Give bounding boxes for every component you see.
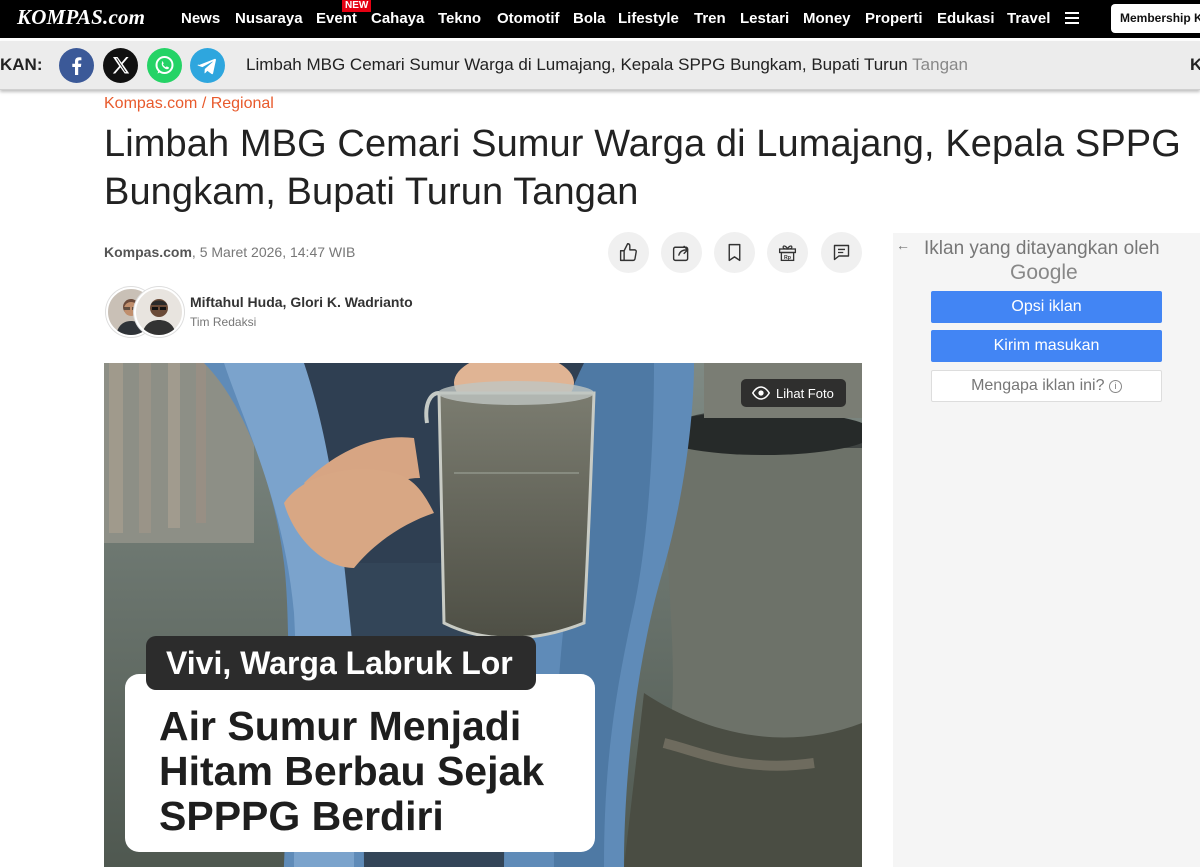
comment-icon	[833, 244, 850, 261]
nav-otomotif[interactable]: Otomotif	[497, 10, 559, 27]
info-icon: i	[1108, 380, 1122, 393]
nav-news[interactable]: News	[181, 10, 220, 27]
telegram-icon[interactable]	[190, 48, 225, 83]
nav-lestari[interactable]: Lestari	[740, 10, 789, 27]
ad-title: Iklan yang ditayangkan oleh	[924, 238, 1160, 259]
ticker-headline[interactable]: Limbah MBG Cemari Sumur Warga di Lumajan…	[246, 55, 968, 75]
caption-line: SPPPG Berdiri	[159, 793, 444, 839]
nav-properti[interactable]: Properti	[865, 10, 923, 27]
eye-icon	[752, 386, 770, 400]
membership-button[interactable]: Membership K	[1111, 4, 1200, 33]
kompas-logo[interactable]: KOMPAS.com	[17, 5, 145, 30]
photo-caption-quote: Air Sumur Menjadi Hitam Berbau Sejak SPP…	[125, 674, 595, 852]
avatar[interactable]	[134, 287, 184, 337]
ticker-next: K	[1190, 55, 1200, 74]
share-bar: KAN: Limbah MBG Cemari Sumur Warga di Lu…	[0, 41, 1200, 90]
caption-line: Hitam Berbau Sejak	[159, 748, 545, 794]
article-meta: Kompas.com, 5 Maret 2026, 14:47 WIB	[104, 244, 355, 260]
caption-line: Air Sumur Menjadi	[159, 703, 522, 749]
svg-text:Rp: Rp	[784, 255, 791, 261]
share-button[interactable]	[661, 232, 702, 273]
nav-tekno[interactable]: Tekno	[438, 10, 481, 27]
gift-button[interactable]: Rp	[767, 232, 808, 273]
nav-travel[interactable]: Travel	[1007, 10, 1050, 27]
facebook-icon[interactable]	[59, 48, 94, 83]
top-navbar: KOMPAS.com News Nusaraya Event NEW Cahay…	[0, 0, 1200, 38]
author-avatars[interactable]	[106, 287, 184, 337]
nav-cahaya[interactable]: Cahaya	[371, 10, 424, 27]
thumbs-up-icon	[619, 243, 637, 262]
menu-icon[interactable]	[1065, 12, 1079, 24]
whatsapp-icon[interactable]	[147, 48, 182, 83]
x-icon[interactable]	[103, 48, 138, 83]
ad-feedback-button[interactable]: Kirim masukan	[931, 330, 1162, 362]
back-arrow-icon[interactable]: ←	[896, 237, 910, 253]
comment-button[interactable]	[821, 232, 862, 273]
article-title: Limbah MBG Cemari Sumur Warga di Lumajan…	[104, 123, 1181, 213]
nav-edukasi[interactable]: Edukasi	[937, 10, 995, 27]
breadcrumb[interactable]: Kompas.com / Regional	[104, 95, 274, 113]
nav-nusaraya[interactable]: Nusaraya	[235, 10, 303, 27]
view-photo-button[interactable]: Lihat Foto	[741, 379, 846, 407]
share-icon	[672, 245, 689, 262]
nav-bola[interactable]: Bola	[573, 10, 606, 27]
new-badge: NEW	[342, 0, 372, 12]
view-photo-label: Lihat Foto	[776, 386, 834, 401]
google-logo: Google	[1010, 261, 1078, 284]
photo-caption-name: Vivi, Warga Labruk Lor	[146, 636, 536, 690]
ad-panel	[893, 233, 1200, 867]
nav-money[interactable]: Money	[803, 10, 851, 27]
article-date: , 5 Maret 2026, 14:47 WIB	[191, 244, 356, 260]
author-team: Tim Redaksi	[190, 315, 257, 329]
share-label: KAN:	[0, 55, 43, 74]
gift-icon: Rp	[778, 245, 797, 261]
like-button[interactable]	[608, 232, 649, 273]
author-names[interactable]: Miftahul Huda, Glori K. Wadrianto	[190, 294, 413, 310]
nav-tren[interactable]: Tren	[694, 10, 726, 27]
why-this-ad-button[interactable]: Mengapa iklan ini? i	[931, 370, 1162, 402]
nav-event[interactable]: Event	[316, 10, 357, 27]
bookmark-icon	[728, 243, 741, 262]
article-source[interactable]: Kompas.com	[104, 244, 192, 260]
ad-options-button[interactable]: Opsi iklan	[931, 291, 1162, 323]
nav-lifestyle[interactable]: Lifestyle	[618, 10, 679, 27]
bookmark-button[interactable]	[714, 232, 755, 273]
